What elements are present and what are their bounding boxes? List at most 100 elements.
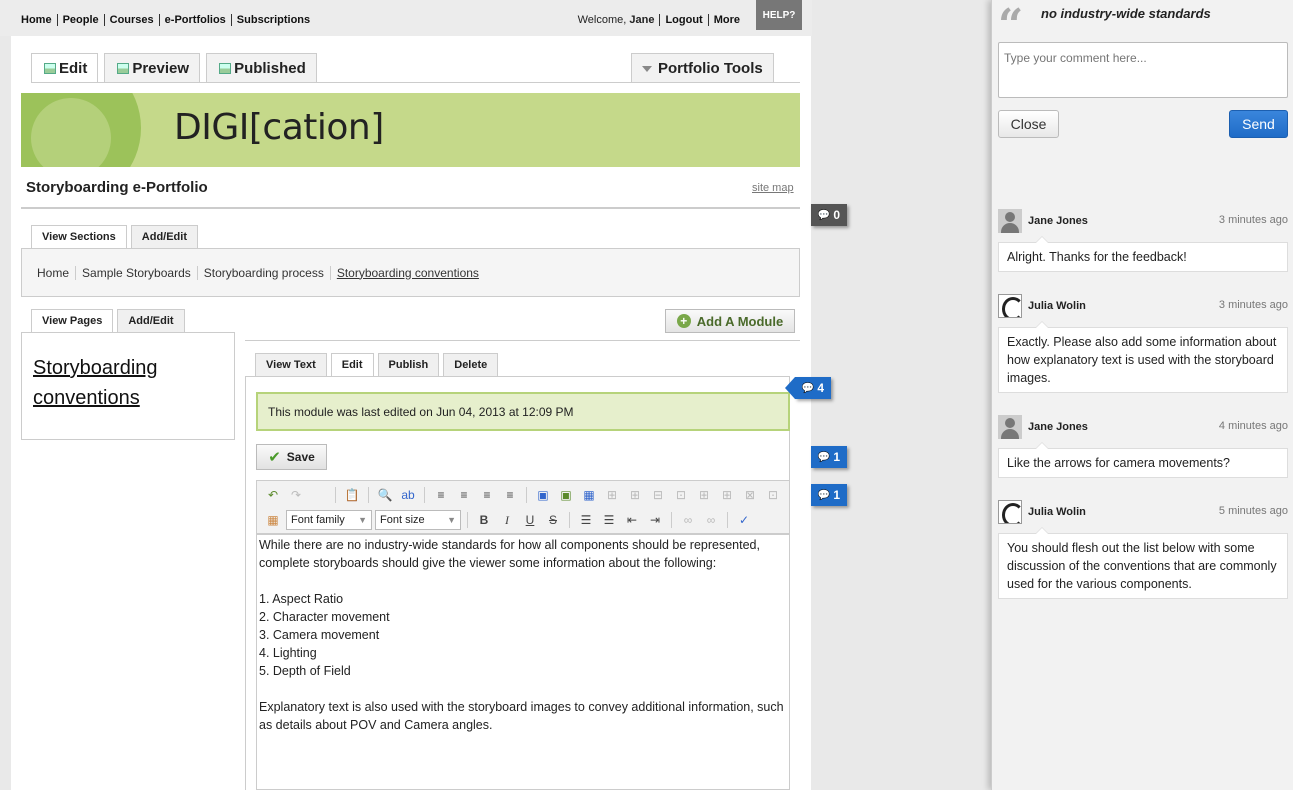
comment-time: 3 minutes ago <box>1218 299 1288 311</box>
link-icon[interactable]: ∞ <box>678 511 698 529</box>
text-color-icon[interactable]: ▦ <box>263 511 283 529</box>
breadcrumb-storyboarding-conventions[interactable]: Storyboarding conventions <box>331 266 485 280</box>
strikethrough-icon[interactable]: S <box>543 511 563 529</box>
send-button[interactable]: Send <box>1229 110 1288 138</box>
more-link[interactable]: More <box>709 14 745 26</box>
comment-item: Julia Wolin 5 minutes ago You should fle… <box>998 500 1288 599</box>
welcome-prefix: Welcome, <box>577 14 627 26</box>
unlink-icon[interactable]: ∞ <box>701 511 721 529</box>
save-button[interactable]: ✔ Save <box>256 444 327 470</box>
align-right-icon[interactable]: ≡ <box>477 486 497 504</box>
tabs-divider <box>31 82 800 83</box>
site-map-link[interactable]: site map <box>752 182 794 194</box>
page-list: Storyboarding conventions <box>21 332 235 440</box>
add-module-button[interactable]: + Add A Module <box>665 309 795 333</box>
portfolio-banner: DIGI[cation] <box>21 93 800 167</box>
insert-file-icon[interactable]: ▣ <box>533 486 553 504</box>
comment-marker-1b[interactable]: 💬 1 <box>811 484 847 506</box>
portfolio-page: Home People Courses e-Portfolios Subscri… <box>0 0 847 790</box>
help-button[interactable]: HELP? <box>756 0 802 30</box>
spellcheck-icon[interactable]: ✓ <box>734 511 754 529</box>
font-family-select[interactable]: Font family ▼ <box>286 510 372 530</box>
page-link-line2: conventions <box>33 387 140 409</box>
nav-eportfolios-link[interactable]: e-Portfolios <box>160 14 232 26</box>
numbered-list-icon[interactable]: ☰ <box>599 511 619 529</box>
section-tabs: View Sections Add/Edit <box>31 225 198 248</box>
table-row-after-icon[interactable]: ⊞ <box>625 486 645 504</box>
main-tabs: Edit Preview Published <box>31 53 317 83</box>
comment-marker-4[interactable]: 💬 4 <box>785 377 831 399</box>
find-icon[interactable]: 🔍 <box>375 486 395 504</box>
toolbar-separator <box>368 487 369 503</box>
paste-word-icon[interactable]: 📋 <box>342 486 362 504</box>
comment-input[interactable] <box>998 42 1288 98</box>
comment-count: 1 <box>833 488 841 502</box>
close-button[interactable]: Close <box>998 110 1059 138</box>
logout-link[interactable]: Logout <box>660 14 709 26</box>
redo-icon[interactable]: ↷ <box>286 486 306 504</box>
tab-delete[interactable]: Delete <box>443 353 499 376</box>
avatar <box>998 209 1022 233</box>
bullet-list-icon[interactable]: ☰ <box>576 511 596 529</box>
table-props-icon[interactable]: ⊡ <box>671 486 691 504</box>
insert-table-icon[interactable]: ▦ <box>579 486 599 504</box>
tab-view-text[interactable]: View Text <box>255 353 327 376</box>
tab-view-sections[interactable]: View Sections <box>31 225 127 248</box>
table-split-icon[interactable]: ⊠ <box>740 486 760 504</box>
table-row-before-icon[interactable]: ⊞ <box>602 486 622 504</box>
bold-icon[interactable]: B <box>474 511 494 529</box>
tab-preview-label: Preview <box>132 59 190 77</box>
tab-module-edit[interactable]: Edit <box>330 353 374 376</box>
comment-count: 4 <box>817 381 825 395</box>
nav-home-link[interactable]: Home <box>21 14 58 26</box>
tab-preview[interactable]: Preview <box>104 53 201 83</box>
avatar <box>998 500 1022 524</box>
table-col-before-icon[interactable]: ⊞ <box>694 486 714 504</box>
outdent-icon[interactable]: ⇤ <box>622 511 642 529</box>
nav-courses-link[interactable]: Courses <box>105 14 160 26</box>
top-nav-links: Home People Courses e-Portfolios Subscri… <box>21 14 315 26</box>
indent-icon[interactable]: ⇥ <box>645 511 665 529</box>
comment-body: You should flesh out the list below with… <box>998 527 1288 599</box>
align-left-icon[interactable]: ≡ <box>431 486 451 504</box>
undo-icon[interactable]: ↶ <box>263 486 283 504</box>
tab-publish[interactable]: Publish <box>377 353 440 376</box>
font-size-select[interactable]: Font size ▼ <box>375 510 461 530</box>
tab-published[interactable]: Published <box>206 53 317 83</box>
tab-edit[interactable]: Edit <box>31 53 99 83</box>
nav-subscriptions-link[interactable]: Subscriptions <box>232 14 315 26</box>
breadcrumb-storyboarding-process[interactable]: Storyboarding process <box>198 265 331 280</box>
edit-page-icon <box>44 63 56 74</box>
align-center-icon[interactable]: ≡ <box>454 486 474 504</box>
tab-add-edit-pages[interactable]: Add/Edit <box>117 309 185 332</box>
last-edited-notice: This module was last edited on Jun 04, 2… <box>256 392 790 431</box>
toolbar-row-2: ▦ Font family ▼ Font size ▼ B I U S ☰ ☰ ⇤ … <box>263 510 754 530</box>
user-nav: Welcome, Jane Logout More <box>573 14 745 26</box>
comment-count: 0 <box>833 208 841 222</box>
comment-marker-1a[interactable]: 💬 1 <box>811 446 847 468</box>
table-col-after-icon[interactable]: ⊞ <box>717 486 737 504</box>
comment-count: 1 <box>833 450 841 464</box>
align-justify-icon[interactable]: ≡ <box>500 486 520 504</box>
italic-icon[interactable]: I <box>497 511 517 529</box>
nav-people-link[interactable]: People <box>58 14 105 26</box>
underline-icon[interactable]: U <box>520 511 540 529</box>
comment-marker-0[interactable]: 💬 0 <box>811 204 847 226</box>
replace-icon[interactable]: ab <box>398 486 418 504</box>
table-merge-icon[interactable]: ⊡ <box>763 486 783 504</box>
portfolio-tools-dropdown[interactable]: Portfolio Tools <box>631 53 774 83</box>
table-delete-row-icon[interactable]: ⊟ <box>648 486 668 504</box>
breadcrumb-sample-storyboards[interactable]: Sample Storyboards <box>76 265 198 280</box>
module-divider <box>245 340 800 341</box>
avatar <box>998 294 1022 318</box>
rich-text-editor[interactable]: While there are no industry-wide standar… <box>256 534 790 790</box>
checkmark-icon: ✔ <box>268 449 281 466</box>
breadcrumb-home[interactable]: Home <box>37 265 77 280</box>
tab-add-edit-sections[interactable]: Add/Edit <box>130 225 198 248</box>
tab-view-pages[interactable]: View Pages <box>31 309 114 332</box>
comment-thread-title: no industry-wide standards <box>1041 6 1211 21</box>
module-tabs: View Text Edit Publish Delete <box>255 353 499 376</box>
page-link-storyboarding-conventions[interactable]: Storyboarding conventions <box>33 357 158 409</box>
insert-image-icon[interactable]: ▣ <box>556 486 576 504</box>
